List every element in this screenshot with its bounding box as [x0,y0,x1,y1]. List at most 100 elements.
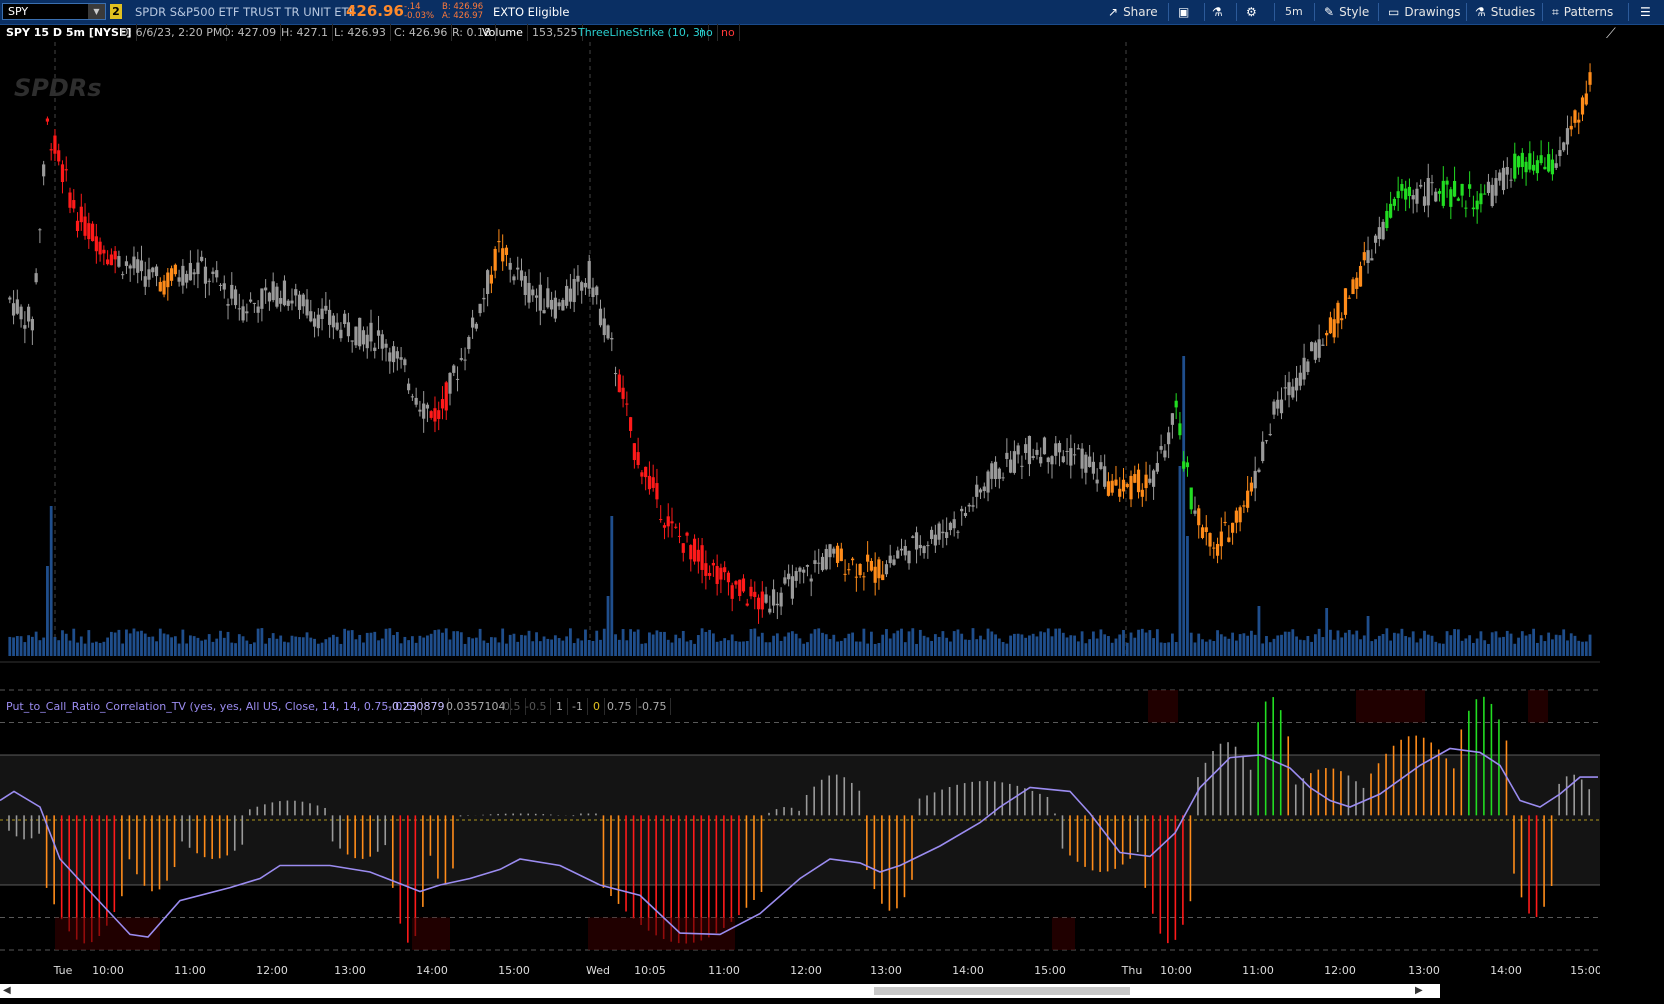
candle-body [1200,527,1205,538]
candle-body [805,565,810,567]
volume-bar [128,633,132,656]
volume-bar [587,640,591,656]
menu-button[interactable]: ☰ [1640,2,1656,22]
volume-bar [1370,641,1374,656]
candle-body [395,351,399,359]
volume-bar [211,641,215,656]
volume-bar [794,633,798,656]
candle-body [1407,186,1412,197]
volume-bar [629,629,633,656]
price-chart[interactable]: 423422.5422421.5421420.5420419.5419418.5… [0,42,1600,1002]
share-button[interactable]: ↗ Share [1108,2,1158,22]
candle-body [741,578,746,592]
volume-bar [640,643,644,656]
candle-body [835,545,840,563]
volume-bar [576,638,580,656]
candle-body [986,471,990,493]
lower-study-name[interactable]: Put_to_Call_Ratio_Correlation_TV (yes, y… [2,698,423,715]
link-group-badge[interactable]: 2 [110,4,122,19]
candle-body [1133,474,1137,483]
time-axis-label: 11:00 [174,964,206,977]
candle-body [425,404,430,409]
volume-bar [234,643,237,656]
study-value-2: no [717,24,740,41]
time-axis-label: 15:00 [1034,964,1066,977]
symbol-input[interactable]: SPY [8,5,28,18]
volume-bar [1144,632,1148,656]
candle-body [79,206,83,223]
volume-bar [429,633,433,656]
volume-bar [230,642,234,656]
volume-bar [76,642,79,656]
candle-body [422,403,426,419]
candle-body [248,299,253,302]
volume-bar [121,643,125,656]
scroll-left-icon[interactable]: ◀ [3,985,11,996]
candle-body [1434,191,1438,202]
candle-body [1001,477,1005,479]
volume-bar [493,637,497,656]
candle-body [1562,142,1566,151]
volume-bar [659,631,663,656]
volume-bar [365,632,369,656]
chart-settings-button[interactable]: ▣ [1178,2,1194,22]
candle-body [1268,433,1272,436]
time-axis-label: 13:00 [334,964,366,977]
volume-bar [1554,634,1558,656]
volume-bar [298,637,301,656]
candle-body [1212,547,1216,549]
volume-bar [1483,640,1487,656]
flask-button[interactable]: ⚗ [1212,2,1228,22]
symbol-selector[interactable]: SPY ▼ [2,3,106,20]
volume-bar [982,639,986,656]
candle-body [324,305,328,311]
drawings-button[interactable]: ▭ Drawings [1388,2,1461,22]
style-button[interactable]: ✎ Style [1324,2,1369,22]
volume-label[interactable]: Volume [478,24,528,41]
candle-body [399,357,403,360]
candle-body [94,236,98,252]
timeframe-button[interactable]: 5m [1285,2,1303,22]
candle-body [745,603,749,606]
candle-body [1588,72,1592,85]
candle-body [1520,152,1524,167]
candle-body [896,550,900,559]
volume-bar [933,634,937,656]
volume-bar [1219,634,1223,656]
candle-body [452,365,456,373]
scrollbar-thumb[interactable] [874,987,1130,995]
candle-body [899,548,904,551]
volume-bar [188,635,192,656]
volume-bar [94,641,98,656]
settings-button[interactable]: ⚙ [1246,2,1262,22]
candle-body [625,403,629,405]
candle-body [613,373,618,375]
study-threelinestrike[interactable]: ThreeLineStrike (10, 3) [574,24,710,41]
candle-body [1411,195,1415,200]
volume-bar [136,631,140,656]
volume-bar [1498,637,1502,656]
studies-button[interactable]: ⚗ Studies [1475,2,1535,22]
scroll-right-icon[interactable]: ▶ [1415,985,1423,996]
volume-bar [1009,635,1013,656]
candle-body [489,274,493,284]
horizontal-scrollbar[interactable]: ◀ ▶ [0,984,1440,998]
candle-body [1351,279,1355,295]
candle-body [598,308,603,326]
volume-bar [335,636,339,656]
candle-body [1528,153,1532,170]
patterns-button[interactable]: ⌗ Patterns [1552,2,1613,22]
candle-body [1219,531,1223,547]
volume-bar [91,642,94,656]
last-price: 426.96 [346,2,404,20]
candle-body [11,303,16,316]
candle-body [1524,161,1528,173]
chevron-down-icon[interactable]: ▼ [88,4,105,19]
volume-bar [388,628,392,656]
volume-bar [222,637,226,656]
time-axis-label: 14:00 [952,964,984,977]
volume-bar [1280,634,1283,656]
volume-bar [1012,633,1016,656]
drawing-tool-icon[interactable]: ⟋ [1606,26,1616,42]
volume-bar [1076,641,1080,656]
